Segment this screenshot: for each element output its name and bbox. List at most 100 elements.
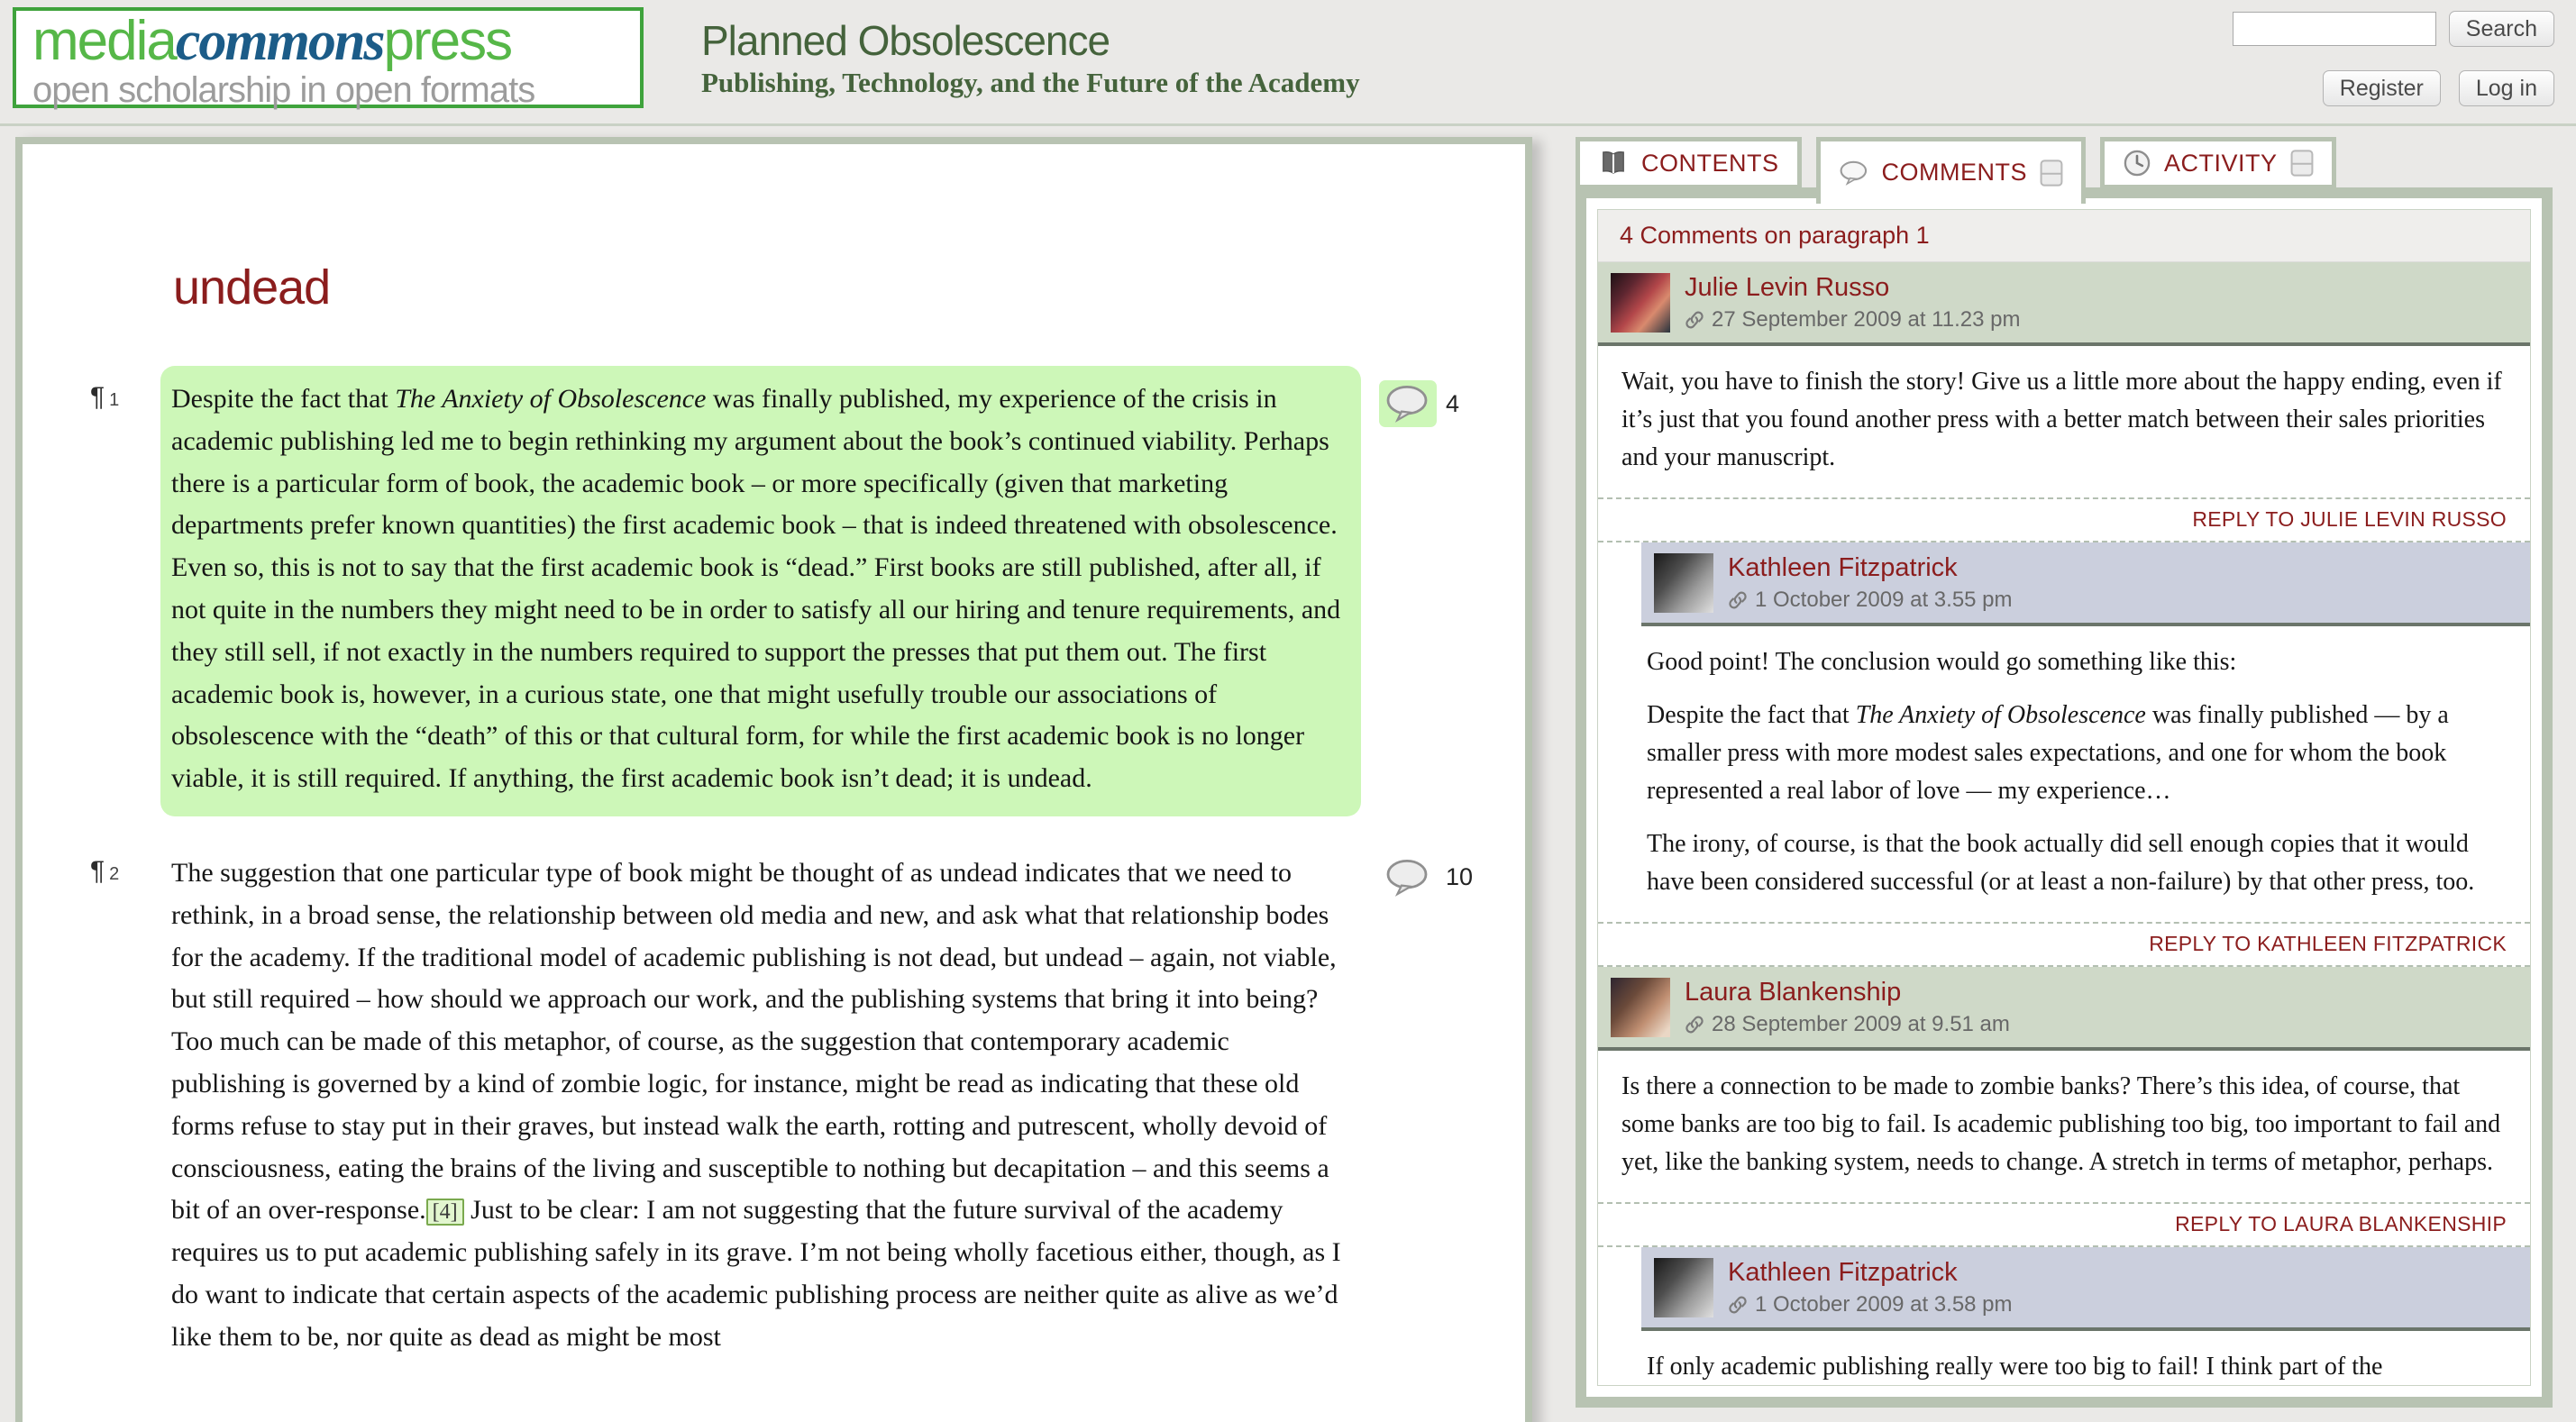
text-run: The irony, of course, is that the book a… [1647, 830, 2474, 896]
page-icon [2040, 160, 2063, 187]
comment-paragraph: Wait, you have to finish the story! Give… [1621, 363, 2507, 477]
avatar [1654, 1258, 1713, 1317]
comment-author-link[interactable]: Kathleen Fitzpatrick [1728, 552, 2013, 583]
comment-meta: Julie Levin Russo 27 September 2009 at 11… [1685, 272, 2020, 333]
pilcrow-icon: ¶ [90, 856, 105, 886]
tab-label: COMMENTS [1882, 159, 2028, 187]
comment-date: 28 September 2009 at 9.51 am [1712, 1012, 2010, 1037]
comment-thread-item: Laura Blankenship 28 September 2009 at 9.… [1598, 967, 2530, 1247]
login-button[interactable]: Log in [2459, 70, 2554, 106]
sidebar-frame: 4 Comments on paragraph 1 Julie Levin Ru… [1576, 187, 2553, 1408]
comment-bubble-icon[interactable] [1379, 854, 1437, 901]
text-run: Wait, you have to finish the story! Give… [1621, 368, 2502, 471]
register-button[interactable]: Register [2323, 70, 2441, 106]
comment-count: 10 [1446, 863, 1473, 891]
paragraph-text[interactable]: Despite the fact that The Anxiety of Obs… [160, 366, 1361, 816]
search-input[interactable] [2233, 12, 2436, 46]
comment-header: Julie Levin Russo 27 September 2009 at 11… [1598, 262, 2530, 346]
comment-paragraph: If only academic publishing really were … [1647, 1348, 2507, 1386]
header-divider [0, 123, 2576, 126]
text-run: Is there a connection to be made to zomb… [1621, 1072, 2500, 1176]
comment-author-link[interactable]: Kathleen Fitzpatrick [1728, 1257, 2013, 1288]
logo-commons: commons [176, 11, 384, 72]
comments-panel-title: 4 Comments on paragraph 1 [1598, 210, 2530, 262]
paragraph-text[interactable]: The suggestion that one particular type … [160, 840, 1361, 1375]
comment-author-link[interactable]: Julie Levin Russo [1685, 272, 2020, 303]
comment-bubble-icon[interactable] [1379, 380, 1437, 427]
text-run: Despite the fact that [171, 384, 395, 414]
logo-press: press [383, 10, 511, 72]
comment-paragraph: Is there a connection to be made to zomb… [1621, 1068, 2507, 1181]
book-icon [1598, 150, 1629, 176]
comment-header: Kathleen Fitzpatrick 1 October 2009 at 3.… [1641, 542, 2530, 626]
comment-thread-item: Kathleen Fitzpatrick 1 October 2009 at 3.… [1598, 1247, 2530, 1386]
avatar [1611, 273, 1670, 333]
comment-body: Wait, you have to finish the story! Give… [1598, 346, 2530, 497]
paragraph-list: ¶1Despite the fact that The Anxiety of O… [90, 366, 1489, 1375]
clock-icon [2123, 149, 2151, 178]
comment-body: Is there a connection to be made to zomb… [1598, 1051, 2530, 1202]
paragraph-marker[interactable]: ¶1 [90, 366, 160, 413]
footnote-link[interactable]: [4] [426, 1199, 464, 1226]
header-actions: Search Register Log in [2248, 11, 2554, 106]
comment-meta: Kathleen Fitzpatrick 1 October 2009 at 3.… [1728, 552, 2013, 613]
paragraph-comment-indicator[interactable]: 4 [1361, 366, 1489, 427]
pilcrow-icon: ¶ [90, 382, 105, 412]
comment-permalink[interactable]: 1 October 2009 at 3.55 pm [1728, 588, 2013, 613]
reply-link[interactable]: REPLY TO JULIE LEVIN RUSSO [2192, 507, 2507, 531]
comment-permalink[interactable]: 1 October 2009 at 3.58 pm [1728, 1292, 2013, 1317]
comment-date: 1 October 2009 at 3.55 pm [1755, 588, 2013, 613]
logo-wordmark: mediacommonspress [32, 13, 640, 70]
italic-text: The Anxiety of Obsolescence [395, 384, 706, 414]
comment-body: If only academic publishing really were … [1598, 1331, 2530, 1386]
chapter-title: undead [173, 260, 1489, 315]
page-subtitle: Publishing, Technology, and the Future o… [701, 67, 1360, 99]
reply-link[interactable]: REPLY TO KATHLEEN FITZPATRICK [2149, 932, 2507, 955]
comments-list: Julie Levin Russo 27 September 2009 at 11… [1598, 262, 2530, 1386]
comment-date: 27 September 2009 at 11.23 pm [1712, 307, 2020, 333]
paragraph-comment-indicator[interactable]: 10 [1361, 840, 1489, 901]
paragraph-row: ¶1Despite the fact that The Anxiety of O… [90, 366, 1489, 816]
comment-permalink[interactable]: 28 September 2009 at 9.51 am [1685, 1012, 2010, 1037]
italic-text: The Anxiety of Obsolescence [1856, 701, 2146, 729]
comment-permalink[interactable]: 27 September 2009 at 11.23 pm [1685, 307, 2020, 333]
page-title: Planned Obsolescence [701, 16, 1110, 65]
comment-header: Kathleen Fitzpatrick 1 October 2009 at 3.… [1641, 1247, 2530, 1331]
tab-activity[interactable]: ACTIVITY [2100, 137, 2336, 189]
tab-comments[interactable]: COMMENTS [1816, 137, 2087, 204]
text-run: Despite the fact that [1647, 701, 1856, 729]
tab-label: ACTIVITY [2164, 150, 2278, 178]
page: mediacommonspress open scholarship in op… [0, 0, 2576, 1422]
reply-row: REPLY TO KATHLEEN FITZPATRICK [1598, 922, 2530, 967]
text-run: The suggestion that one particular type … [171, 858, 1337, 1225]
text-run: Good point! The conclusion would go some… [1647, 648, 2236, 676]
comment-body: Good point! The conclusion would go some… [1598, 626, 2530, 922]
page-icon [2290, 150, 2314, 177]
speech-bubble-icon [1839, 160, 1869, 186]
comments-sidebar: CONTENTS COMMENTS ACTIVITY 4 Comments on p… [1576, 137, 2553, 1408]
sidebar-tabs: CONTENTS COMMENTS ACTIVITY [1576, 137, 2336, 205]
text-run: was finally published, my experience of … [171, 384, 1340, 793]
comment-thread-item: Kathleen Fitzpatrick 1 October 2009 at 3.… [1598, 542, 2530, 967]
comment-paragraph: Despite the fact that The Anxiety of Obs… [1647, 697, 2507, 810]
link-icon [1685, 1014, 1704, 1035]
text-run: If only academic publishing really were … [1647, 1353, 2382, 1381]
comment-meta: Laura Blankenship 28 September 2009 at 9.… [1685, 977, 2010, 1037]
reply-link[interactable]: REPLY TO LAURA BLANKENSHIP [2175, 1212, 2507, 1235]
comment-author-link[interactable]: Laura Blankenship [1685, 977, 2010, 1007]
search-button[interactable]: Search [2449, 11, 2554, 47]
comment-count: 4 [1446, 390, 1459, 418]
reply-row: REPLY TO JULIE LEVIN RUSSO [1598, 497, 2530, 542]
comment-meta: Kathleen Fitzpatrick 1 October 2009 at 3.… [1728, 1257, 2013, 1317]
tab-contents[interactable]: CONTENTS [1576, 137, 1802, 189]
site-logo[interactable]: mediacommonspress open scholarship in op… [13, 7, 644, 108]
comment-paragraph: The irony, of course, is that the book a… [1647, 825, 2507, 901]
link-icon [1728, 589, 1748, 611]
tab-label: CONTENTS [1641, 150, 1779, 178]
paragraph-marker[interactable]: ¶2 [90, 840, 160, 887]
link-icon [1685, 309, 1704, 331]
comment-paragraph: Good point! The conclusion would go some… [1647, 643, 2507, 681]
logo-media: media [32, 10, 176, 72]
avatar [1611, 978, 1670, 1037]
reading-panel: undead ¶1Despite the fact that The Anxie… [15, 137, 1532, 1422]
